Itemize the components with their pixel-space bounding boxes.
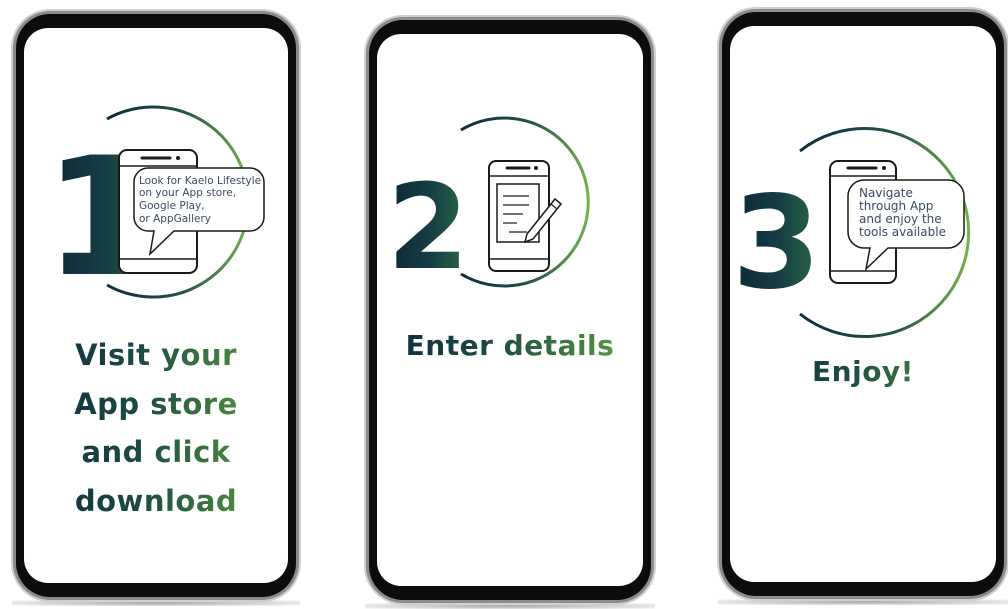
phone-shadow xyxy=(365,603,655,609)
phone-shadow xyxy=(12,600,300,606)
step-caption: Visit your App store and click download xyxy=(24,331,288,525)
step-2-illustration: 2 xyxy=(387,116,590,296)
step-3-illustration: 3 Navigate through App and enjoy the too… xyxy=(732,127,971,338)
phone-step-2: 2 Enter details xyxy=(365,20,655,609)
phone-shadow xyxy=(718,599,1008,605)
phone-screen: 2 Enter details xyxy=(377,34,643,586)
caption-line: and click xyxy=(81,435,231,469)
step-number: 2 xyxy=(387,158,469,296)
phone-screen: 3 Navigate through App and enjoy the too… xyxy=(730,26,996,582)
step-1-illustration: 1 Look for Kaelo Lifestyle on your App s… xyxy=(44,105,265,313)
phone-step-3: 3 Navigate through App and enjoy the too… xyxy=(718,12,1008,605)
caption-line: Enjoy! xyxy=(812,355,914,388)
phone-document-pen-icon xyxy=(488,160,563,272)
phone-screen: 1 Look for Kaelo Lifestyle on your App s… xyxy=(24,28,288,583)
step-number: 3 xyxy=(732,169,821,318)
caption-line: download xyxy=(74,483,238,518)
caption-line: Visit your xyxy=(75,338,237,372)
phone-step-1: 1 Look for Kaelo Lifestyle on your App s… xyxy=(12,14,300,606)
caption-line: App store xyxy=(74,386,238,421)
caption-line: Enter details xyxy=(405,329,615,362)
step-caption: Enjoy! xyxy=(730,353,996,391)
step-caption: Enter details xyxy=(377,327,643,365)
